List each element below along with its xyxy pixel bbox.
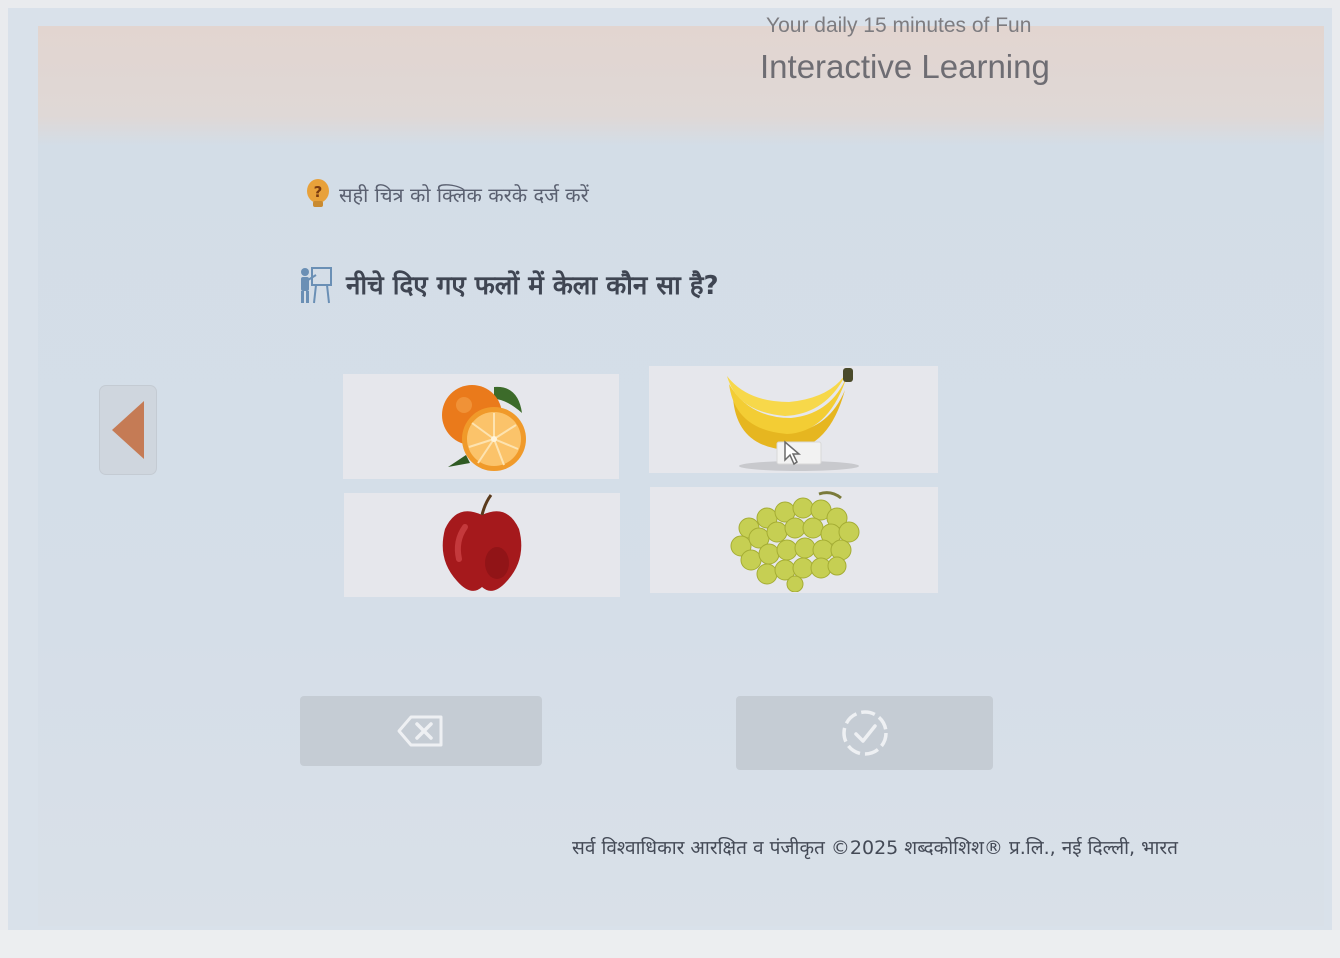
hint-bulb-icon: ? xyxy=(305,178,331,210)
copyright-footer: सर्व विश्वाधिकार आरक्षित व पंजीकृत ©2025… xyxy=(572,837,1178,859)
question: नीचे दिए गए फलों में केला कौन सा है? xyxy=(296,260,719,308)
backspace-icon xyxy=(397,715,443,747)
screen: Your daily 15 minutes of Fun Interactive… xyxy=(8,8,1332,950)
option-banana[interactable] xyxy=(649,366,938,473)
teacher-board-icon xyxy=(296,262,334,306)
instruction-text: सही चित्र को क्लिक करके दर्ज करें xyxy=(339,182,589,207)
question-text: नीचे दिए गए फलों में केला कौन सा है? xyxy=(346,271,719,301)
svg-text:?: ? xyxy=(314,183,323,201)
orange-image xyxy=(442,384,526,471)
banana-image xyxy=(726,367,859,471)
back-button[interactable] xyxy=(100,386,156,474)
instruction: ? सही चित्र को क्लिक करके दर्ज करें xyxy=(305,178,589,210)
bottom-bezel xyxy=(0,930,1340,958)
caret-left-icon xyxy=(112,401,144,459)
brand-subtitle: Your daily 15 minutes of Fun xyxy=(766,14,1032,37)
apple-image xyxy=(442,494,522,591)
option-apple[interactable] xyxy=(344,493,620,597)
clear-button[interactable] xyxy=(300,696,542,766)
submit-button[interactable] xyxy=(736,696,993,770)
brand-title: Interactive Learning xyxy=(760,48,1050,85)
option-grapes[interactable] xyxy=(650,487,938,593)
option-orange[interactable] xyxy=(343,374,619,479)
grapes-image xyxy=(730,491,860,592)
check-circle-icon xyxy=(841,710,888,756)
quiz-panel xyxy=(38,26,1324,926)
